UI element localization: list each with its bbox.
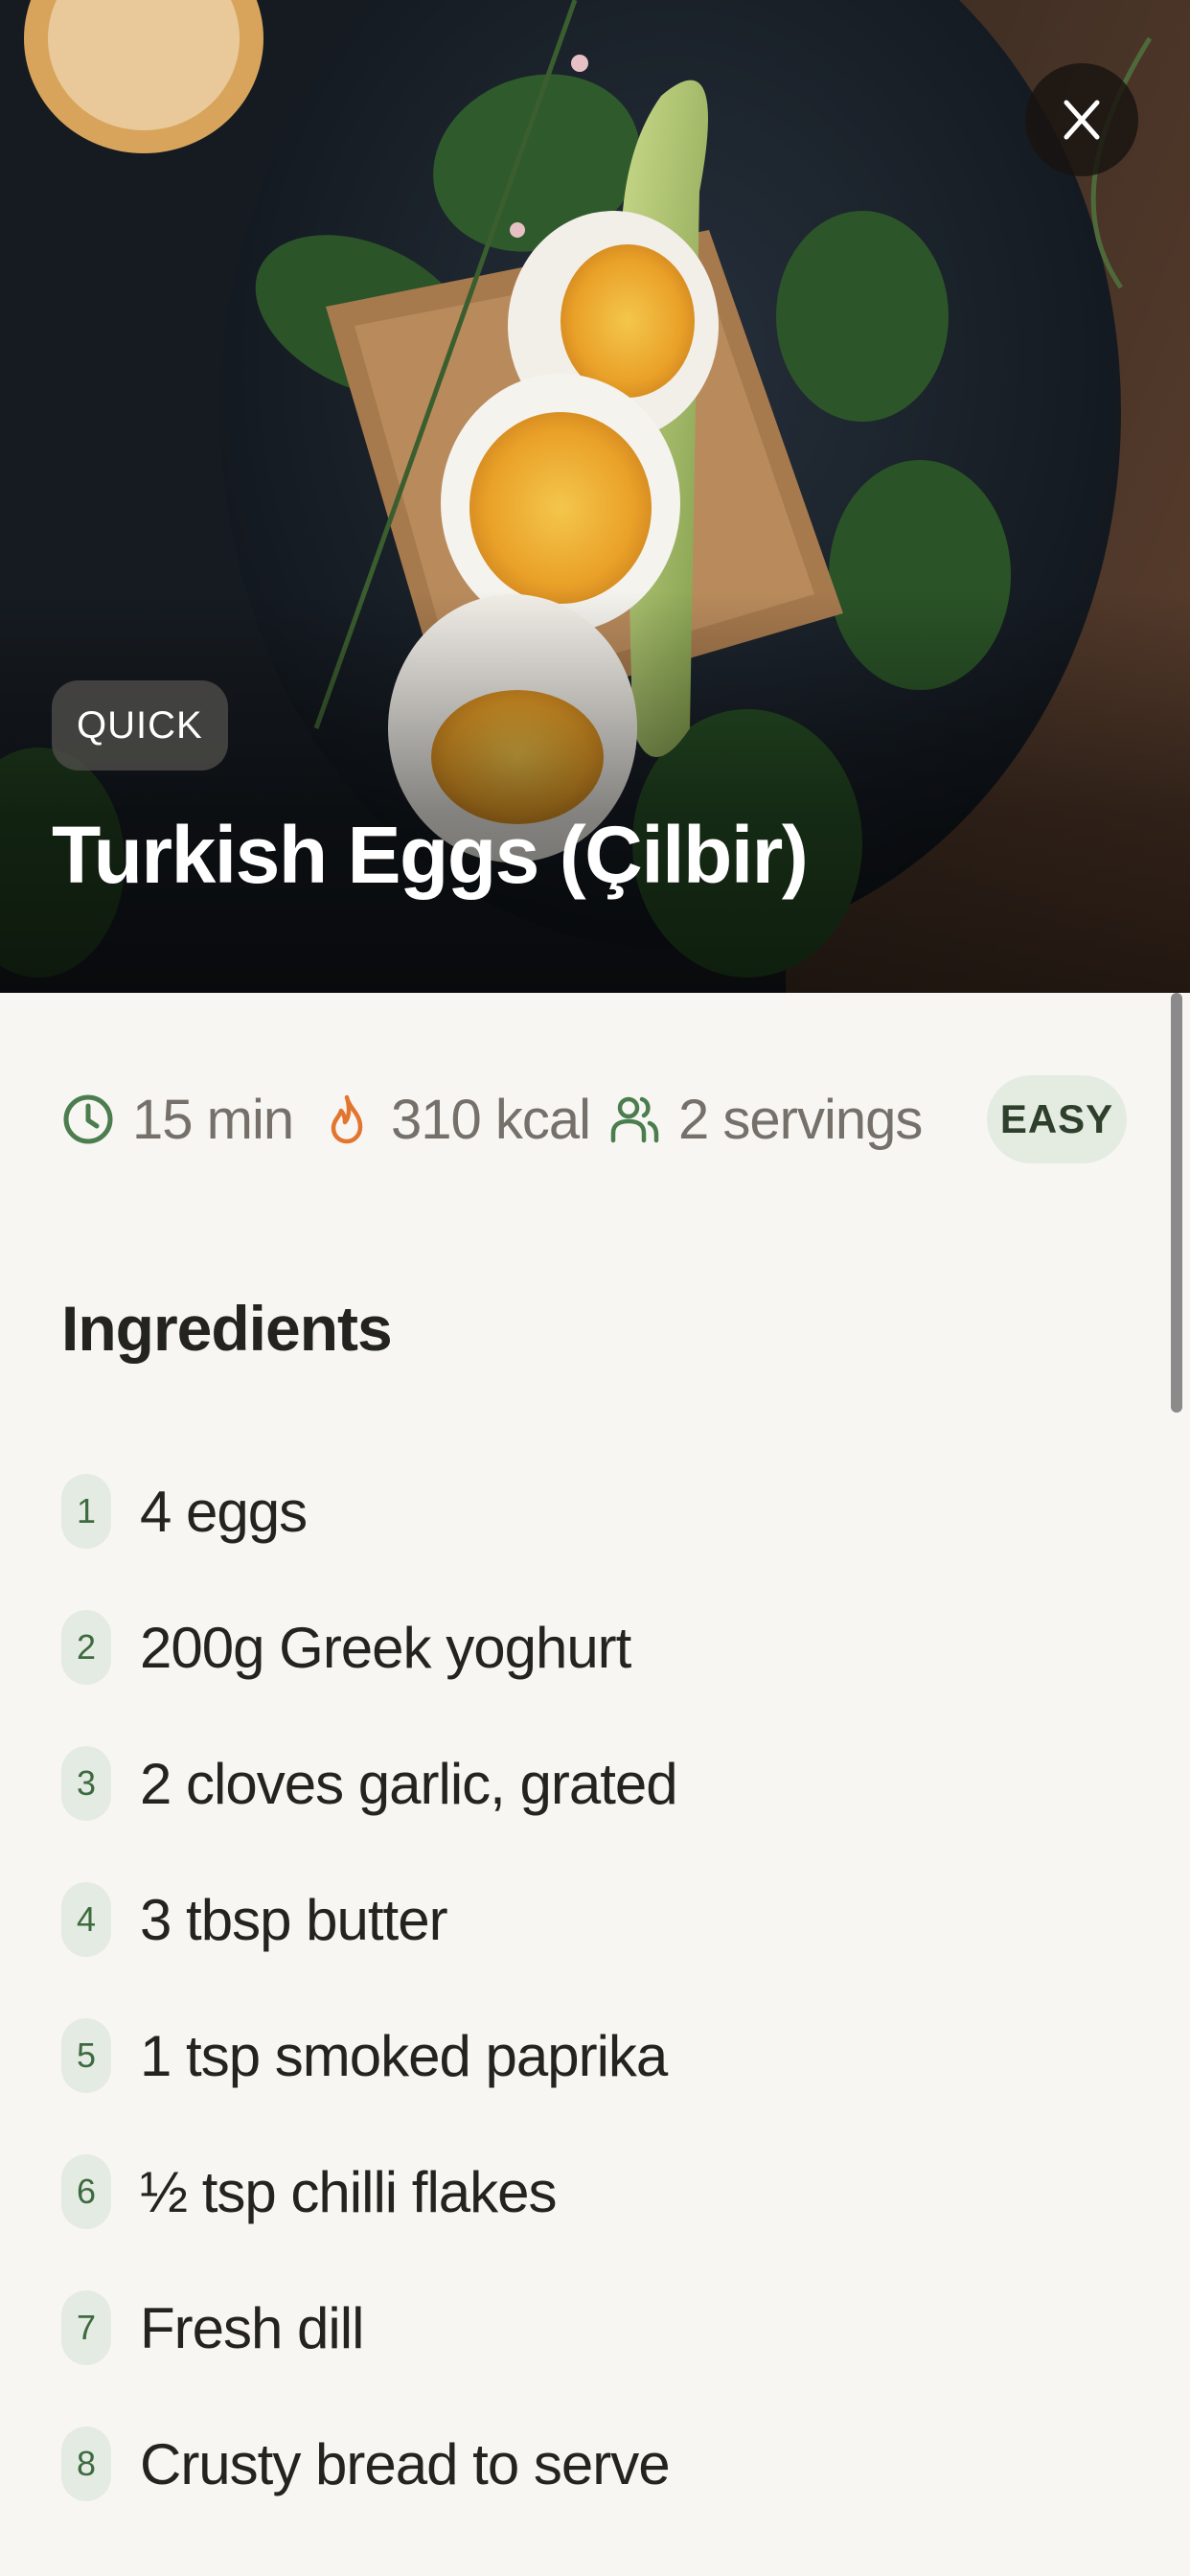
ingredient-number: 3 (61, 1746, 111, 1821)
ingredient-item: 2 200g Greek yoghurt (61, 1579, 1115, 1715)
ingredient-text: Fresh dill (140, 2295, 364, 2360)
ingredient-item: 3 2 cloves garlic, grated (61, 1715, 1115, 1852)
prep-time-stat: 15 min (61, 1075, 294, 1163)
close-icon (1064, 100, 1100, 140)
recipe-stats-row: 15 min 310 kcal 2 servings EASY (61, 1075, 1127, 1163)
servings-stat: 2 servings (607, 1075, 923, 1163)
recipe-title: Turkish Eggs (Çilbir) (52, 810, 809, 900)
ingredient-item: 7 Fresh dill (61, 2260, 1115, 2396)
ingredient-number: 1 (61, 1474, 111, 1549)
ingredient-text: 1 tsp smoked paprika (140, 2023, 668, 2088)
calories-value: 310 kcal (391, 1088, 591, 1151)
category-tag: QUICK (52, 680, 228, 770)
ingredient-number: 4 (61, 1882, 111, 1957)
ingredient-text: Crusty bread to serve (140, 2431, 671, 2496)
ingredient-item: 8 Crusty bread to serve (61, 2396, 1115, 2532)
ingredient-text: 2 cloves garlic, grated (140, 1751, 678, 1816)
ingredient-item: 4 3 tbsp butter (61, 1852, 1115, 1988)
people-icon (610, 1096, 659, 1143)
ingredient-number: 5 (61, 2018, 111, 2093)
ingredient-text: 4 eggs (140, 1479, 308, 1544)
servings-value: 2 servings (678, 1088, 923, 1151)
hero-image: QUICK Turkish Eggs (Çilbir) (0, 0, 1190, 993)
ingredient-number: 8 (61, 2426, 111, 2501)
ingredient-item: 1 4 eggs (61, 1443, 1115, 1579)
ingredient-text: ½ tsp chilli flakes (140, 2159, 558, 2224)
ingredient-item: 6 ½ tsp chilli flakes (61, 2124, 1115, 2260)
hero-gradient-overlay (0, 590, 1190, 993)
flame-icon (331, 1094, 363, 1144)
ingredients-heading: Ingredients (61, 1293, 393, 1364)
recipe-detail-screen: QUICK Turkish Eggs (Çilbir) 15 min 310 k… (0, 0, 1190, 2576)
ingredient-text: 3 tbsp butter (140, 1887, 448, 1952)
prep-time-value: 15 min (132, 1088, 294, 1151)
ingredient-number: 2 (61, 1610, 111, 1685)
ingredients-list: 1 4 eggs 2 200g Greek yoghurt 3 2 cloves… (61, 1443, 1115, 2532)
ingredient-item: 5 1 tsp smoked paprika (61, 1988, 1115, 2124)
clock-icon (63, 1094, 113, 1144)
ingredient-number: 7 (61, 2290, 111, 2365)
ingredient-number: 6 (61, 2154, 111, 2229)
close-button[interactable] (1025, 63, 1138, 176)
difficulty-badge: EASY (987, 1075, 1127, 1163)
ingredient-text: 200g Greek yoghurt (140, 1615, 631, 1680)
calories-stat: 310 kcal (320, 1075, 591, 1163)
scrollbar-thumb[interactable] (1171, 993, 1182, 1413)
